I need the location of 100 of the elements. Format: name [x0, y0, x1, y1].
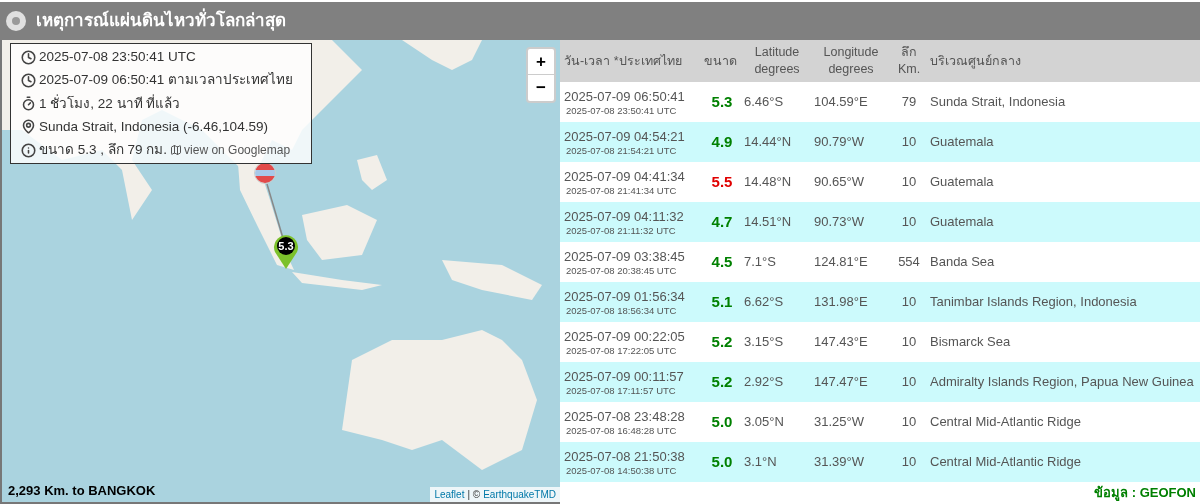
latitude-cell-text: 14.44°N — [744, 133, 793, 152]
table-row[interactable]: 2025-07-09 04:11:32 2025-07-08 21:11:32 UTC 4.7 14.51°N 90.73°W 10 Guatemala — [560, 202, 1200, 242]
table-row[interactable]: 2025-07-09 00:11:57 2025-07-08 17:11:57 UTC 5.2 2.92°S 147.47°E 10 Admiralty Islands Region, Papua New Guinea — [560, 362, 1200, 402]
depth-cell-text: 10 — [900, 173, 918, 192]
magnitude-cell-text: 5.0 — [711, 411, 733, 432]
region-cell-text: Central Mid-Atlantic Ridge — [930, 453, 1082, 472]
distance-label: 2,293 Km. to BANGKOK — [8, 481, 156, 500]
depth-cell-text: 10 — [900, 333, 918, 352]
earthquaketmd-link[interactable]: EarthquakeTMD — [483, 487, 556, 502]
magnitude-cell-text: 4.9 — [711, 131, 733, 152]
utc-time-cell-text: 2025-07-08 16:48:28 UTC — [565, 424, 678, 437]
column-header: บริเวณศูนย์กลาง — [930, 52, 1021, 70]
depth-cell-text: 10 — [900, 453, 918, 472]
table-row[interactable]: 2025-07-09 01:56:34 2025-07-08 18:56:34 UTC 5.1 6.62°S 131.98°E 10 Tanimbar Islands Region, Indonesia — [560, 282, 1200, 322]
longitude-cell-text: 31.25°W — [814, 413, 865, 432]
longitude-cell-text: 90.65°W — [814, 173, 865, 192]
utc-time-cell-text: 2025-07-08 21:41:34 UTC — [565, 184, 678, 197]
longitude-cell-text: 124.81°E — [814, 253, 869, 272]
latitude-cell-text: 2.92°S — [744, 373, 785, 392]
local-time-cell: 2025-07-09 00:11:57 — [564, 367, 684, 385]
latitude-cell-text: 6.46°S — [744, 93, 785, 112]
utc-time-cell-text: 2025-07-08 17:22:05 UTC — [565, 344, 678, 357]
magnitude-cell-text: 4.7 — [711, 211, 733, 232]
utc-time-cell-text: 2025-07-08 21:54:21 UTC — [565, 144, 678, 157]
longitude-cell-text: 131.98°E — [814, 293, 869, 312]
magnitude-cell-text: 5.1 — [711, 291, 733, 312]
column-header: Latitude degrees — [753, 44, 801, 78]
utc-time-cell-text: 2025-07-08 21:11:32 UTC — [565, 224, 677, 237]
depth-cell-text: 79 — [900, 93, 918, 112]
region-cell-text: Sunda Strait, Indonesia — [930, 93, 1067, 112]
magnitude-cell-text: 5.0 — [711, 451, 733, 472]
local-time-cell: 2025-07-09 00:22:05 — [564, 327, 685, 345]
local-time-cell: 2025-07-09 01:56:34 — [564, 287, 685, 305]
region-cell-text: Admiralty Islands Region, Papua New Guinea — [930, 373, 1195, 392]
zoom-out-button[interactable]: − — [528, 75, 554, 101]
local-time-cell: 2025-07-09 03:38:45 — [564, 247, 685, 265]
latitude-cell-text: 3.1°N — [744, 453, 778, 472]
latitude-cell-text: 6.62°S — [744, 293, 785, 312]
clock-icon — [21, 49, 36, 65]
table-row[interactable]: 2025-07-09 04:54:21 2025-07-08 21:54:21 UTC 4.9 14.44°N 90.79°W 10 Guatemala — [560, 122, 1200, 162]
utc-time-cell-text: 2025-07-08 17:11:57 UTC — [565, 384, 677, 397]
latitude-cell-text: 14.48°N — [744, 173, 793, 192]
column-header: วัน-เวลา *ประเทศไทย — [564, 52, 683, 70]
local-time-cell: 2025-07-09 04:11:32 — [564, 207, 684, 225]
region-cell-text: Bismarck Sea — [930, 333, 1012, 352]
info-text: ขนาด 5.3 , ลึก 79 กม. — [39, 141, 168, 159]
data-source-label: ข้อมูล : GEOFON — [1094, 484, 1196, 503]
info-text: 1 ชั่วโมง, 22 นาที ที่แล้ว — [39, 93, 181, 113]
utc-time-cell-text: 2025-07-08 18:56:34 UTC — [565, 304, 678, 317]
longitude-cell-text: 147.43°E — [814, 333, 869, 352]
region-cell-text: Guatemala — [930, 133, 995, 152]
depth-cell-text: 10 — [900, 133, 918, 152]
page-title: เหตุการณ์แผ่นดินไหวทั่วโลกล่าสุด — [36, 8, 286, 34]
zoom-in-button[interactable]: + — [528, 49, 554, 75]
magnitude-cell-text: 5.5 — [711, 171, 733, 192]
googlemap-link[interactable]: view on Googlemap — [170, 141, 291, 160]
map-pin-icon — [21, 119, 36, 135]
magnitude-cell-text: 5.2 — [711, 371, 733, 392]
leaflet-link[interactable]: Leaflet — [434, 487, 465, 502]
longitude-cell-text: 147.47°E — [814, 373, 869, 392]
local-time-cell: 2025-07-08 21:50:38 — [564, 447, 685, 465]
magnitude-cell-text: 5.2 — [711, 331, 733, 352]
column-header: ลึก Km. — [896, 44, 922, 78]
region-cell-text: Tanimbar Islands Region, Indonesia — [930, 293, 1138, 312]
map-icon — [170, 144, 183, 157]
region-cell-text: Banda Sea — [930, 253, 996, 272]
depth-cell-text: 10 — [900, 213, 918, 232]
local-time-cell: 2025-07-09 04:54:21 — [564, 127, 685, 145]
column-header: ขนาด — [704, 52, 738, 70]
column-header: Longitude degrees — [822, 44, 880, 78]
clock-icon — [21, 72, 36, 88]
depth-cell-text: 10 — [900, 293, 918, 312]
longitude-cell-text: 31.39°W — [814, 453, 865, 472]
latitude-cell-text: 3.15°S — [744, 333, 785, 352]
depth-cell-text: 554 — [897, 253, 921, 272]
region-cell-text: Guatemala — [930, 213, 995, 232]
latitude-cell-text: 14.51°N — [744, 213, 793, 232]
latitude-cell-text: 3.05°N — [744, 413, 785, 432]
local-time-cell: 2025-07-09 04:41:34 — [564, 167, 685, 185]
longitude-cell-text: 104.59°E — [814, 93, 869, 112]
longitude-cell-text: 90.79°W — [814, 133, 865, 152]
stopwatch-icon — [21, 96, 36, 112]
info-text: Sunda Strait, Indonesia (-6.46,104.59) — [39, 117, 268, 136]
utc-time-cell-text: 2025-07-08 23:50:41 UTC — [565, 104, 678, 117]
info-text: 2025-07-09 06:50:41 ตามเวลาประเทศไทย — [39, 71, 294, 90]
local-time-cell: 2025-07-08 23:48:28 — [564, 407, 685, 425]
depth-cell-text: 10 — [900, 373, 918, 392]
longitude-cell-text: 90.73°W — [814, 213, 865, 232]
earthquake-marker[interactable]: 5.3 — [272, 234, 300, 270]
region-cell-text: Central Mid-Atlantic Ridge — [930, 413, 1082, 432]
depth-cell-text: 10 — [900, 413, 918, 432]
latitude-cell-text: 7.1°S — [744, 253, 777, 272]
info-icon — [21, 142, 36, 158]
local-time-cell: 2025-07-09 06:50:41 — [564, 87, 685, 105]
utc-time-cell-text: 2025-07-08 20:38:45 UTC — [565, 264, 678, 277]
attribution-separator: | © — [467, 488, 481, 502]
region-cell-text: Guatemala — [930, 173, 995, 192]
table-row[interactable]: 2025-07-08 21:50:38 2025-07-08 14:50:38 UTC 5.0 3.1°N 31.39°W 10 Central Mid-Atlantic Ridge — [560, 442, 1200, 482]
magnitude-cell-text: 5.3 — [711, 91, 733, 112]
utc-time-cell-text: 2025-07-08 14:50:38 UTC — [565, 464, 678, 477]
